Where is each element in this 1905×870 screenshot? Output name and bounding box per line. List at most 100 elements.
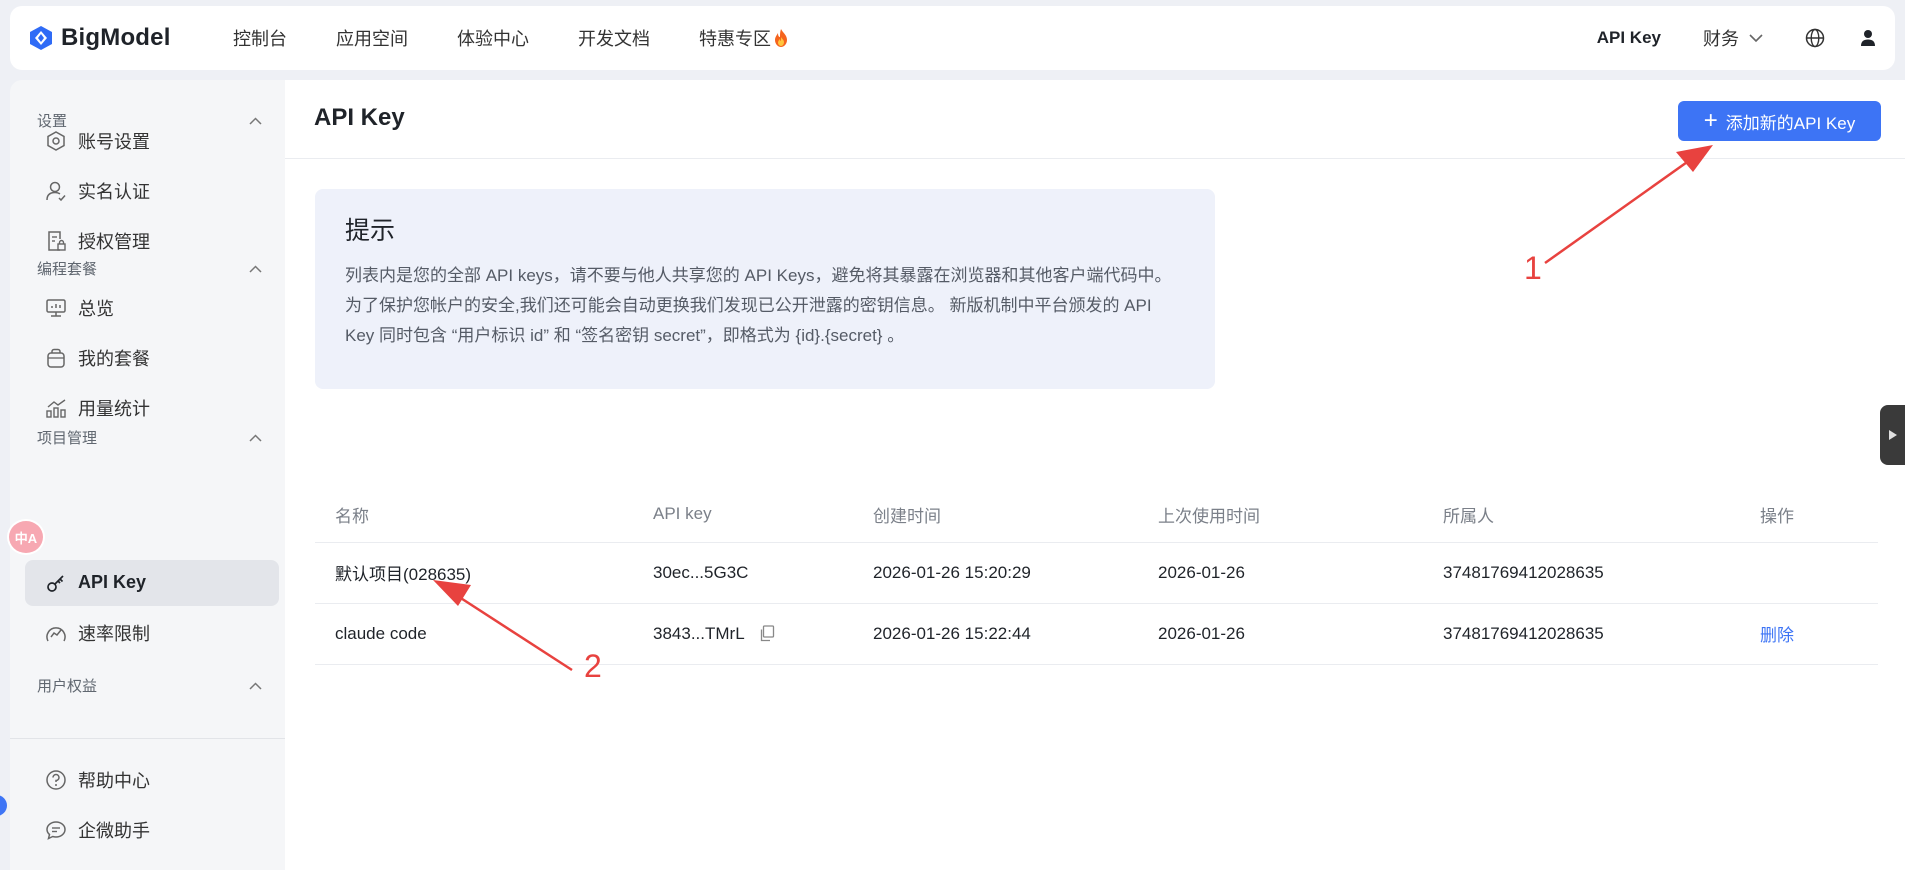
sidebar-item-label: 实名认证 <box>78 181 150 202</box>
bar-chart-icon <box>44 396 68 420</box>
column-header-owner: 所属人 <box>1423 487 1740 543</box>
nav-dev-docs[interactable]: 开发文档 <box>578 25 650 51</box>
sidebar-item-api-key-active[interactable]: API Key <box>25 560 279 605</box>
sidebar-group-project[interactable]: 项目管理 <box>37 427 262 448</box>
column-header-created: 创建时间 <box>853 487 1138 543</box>
sidebar-divider <box>10 738 285 739</box>
nav-experience-center[interactable]: 体验中心 <box>457 25 529 51</box>
sidebar-item-overview[interactable]: 总览 <box>25 285 279 330</box>
chevron-up-icon <box>249 433 262 442</box>
nav-special-offers-label: 特惠专区 <box>699 29 771 49</box>
sidebar-item-wecom-assistant[interactable]: 企微助手 <box>25 807 279 852</box>
table-row: claude code 3843...TMrL 2026-01-26 15:22… <box>315 603 1878 665</box>
user-menu-button[interactable] <box>1859 29 1877 47</box>
sidebar-item-label: API Key <box>78 572 147 592</box>
document-lock-icon <box>44 229 68 253</box>
nav-app-space[interactable]: 应用空间 <box>336 25 408 51</box>
sidebar-item-authorization[interactable]: 授权管理 <box>25 218 279 263</box>
column-header-action: 操作 <box>1740 487 1878 543</box>
nav-special-offers[interactable]: 特惠专区 <box>699 25 788 51</box>
tip-text: 列表内是您的全部 API keys，请不要与他人共享您的 API Keys，避免… <box>345 266 1172 345</box>
user-icon <box>1861 30 1875 46</box>
chevron-down-icon <box>1749 33 1763 42</box>
top-api-key-link[interactable]: API Key <box>1597 28 1661 48</box>
cell-created: 2026-01-26 15:20:29 <box>853 542 1138 604</box>
copy-icon[interactable] <box>759 624 775 642</box>
sidebar: 设置 账号设置 实名认证 授权管理 编程套餐 总览 我的套餐 用量统计 项目管理… <box>10 80 285 870</box>
sidebar-item-label: 帮助中心 <box>78 770 150 791</box>
sidebar-item-label: 企微助手 <box>78 820 150 841</box>
sidebar-item-realname[interactable]: 实名认证 <box>25 168 279 213</box>
sidebar-group-user-rights[interactable]: 用户权益 <box>37 675 262 696</box>
settings-icon <box>44 129 68 153</box>
bag-icon <box>44 346 68 370</box>
floating-blue-tab[interactable] <box>0 795 7 816</box>
brand-name: BigModel <box>61 24 171 51</box>
chevron-up-icon <box>249 264 262 273</box>
sidebar-item-label: 总览 <box>78 298 114 319</box>
main-content: API Key + 添加新的API Key 提示 列表内是您的全部 API ke… <box>285 80 1905 870</box>
cell-owner: 37481769412028635 <box>1423 542 1740 604</box>
annotation-number-2: 2 <box>584 648 602 684</box>
tip-box: 提示 列表内是您的全部 API keys，请不要与他人共享您的 API Keys… <box>315 189 1215 389</box>
fire-icon <box>775 29 787 47</box>
cell-action: 删除 <box>1740 603 1878 665</box>
sidebar-item-my-plan[interactable]: 我的套餐 <box>25 335 279 380</box>
monitor-icon <box>44 296 68 320</box>
annotation-number-1: 1 <box>1524 250 1542 286</box>
cell-last-used: 2026-01-26 <box>1138 603 1423 665</box>
add-button-label: 添加新的API Key <box>1725 113 1856 133</box>
user-verify-icon <box>44 179 68 203</box>
sidebar-item-account-settings[interactable]: 账号设置 <box>25 118 279 163</box>
chevron-up-icon <box>249 681 262 690</box>
column-header-name: 名称 <box>315 487 633 543</box>
sidebar-item-label: 账号设置 <box>78 131 150 152</box>
api-key-value: 3843...TMrL <box>653 623 745 643</box>
cell-created: 2026-01-26 15:22:44 <box>853 603 1138 665</box>
key-link-icon <box>44 571 68 595</box>
sidebar-item-usage-stats[interactable]: 用量统计 <box>25 385 279 430</box>
column-header-last-used: 上次使用时间 <box>1138 487 1423 543</box>
sidebar-group-label: 项目管理 <box>37 430 98 447</box>
top-right-actions: API Key 财务 <box>1597 6 1895 70</box>
page-title: API Key <box>314 104 405 131</box>
cell-owner: 37481769412028635 <box>1423 603 1740 665</box>
top-navbar: BigModel 控制台 应用空间 体验中心 开发文档 特惠专区 API Key… <box>10 6 1895 70</box>
top-nav: 控制台 应用空间 体验中心 开发文档 特惠专区 <box>233 25 837 51</box>
cell-action <box>1740 542 1878 604</box>
finance-dropdown[interactable]: 财务 <box>1703 25 1763 51</box>
globe-icon <box>1805 28 1825 48</box>
sidebar-group-label: 编程套餐 <box>37 261 98 278</box>
help-icon <box>44 768 68 792</box>
sidebar-group-label: 用户权益 <box>37 678 98 695</box>
cell-api-key: 30ec...5G3C <box>633 542 853 604</box>
sidebar-group-coding-plan[interactable]: 编程套餐 <box>37 258 262 279</box>
cell-last-used: 2026-01-26 <box>1138 542 1423 604</box>
play-triangle-icon <box>1888 430 1897 440</box>
api-key-table: 名称 API key 创建时间 上次使用时间 所属人 操作 默认项目(02863… <box>315 487 1878 665</box>
table-header-row: 名称 API key 创建时间 上次使用时间 所属人 操作 <box>315 487 1878 543</box>
tip-title: 提示 <box>345 217 396 245</box>
page-header: API Key + 添加新的API Key <box>285 80 1905 159</box>
bigmodel-logo-icon <box>30 26 52 50</box>
speed-chart-icon <box>44 621 68 645</box>
finance-label: 财务 <box>1703 29 1739 49</box>
sidebar-item-help-center[interactable]: 帮助中心 <box>25 757 279 802</box>
language-button[interactable] <box>1805 28 1825 48</box>
sidebar-item-rate-limit[interactable]: 速率限制 <box>25 610 279 655</box>
add-new-api-key-button[interactable]: + 添加新的API Key <box>1678 101 1881 141</box>
column-header-api-key: API key <box>633 487 853 543</box>
collapse-panel-handle[interactable] <box>1880 405 1905 465</box>
cell-api-key: 3843...TMrL <box>633 603 853 665</box>
brand-logo[interactable]: BigModel <box>28 24 233 52</box>
sidebar-item-label: 授权管理 <box>78 231 150 252</box>
delete-link[interactable]: 删除 <box>1760 626 1794 645</box>
plus-icon: + <box>1703 107 1718 134</box>
nav-console[interactable]: 控制台 <box>233 25 287 51</box>
chat-icon <box>44 818 68 842</box>
sidebar-item-label: 速率限制 <box>78 623 150 644</box>
sidebar-item-label: 我的套餐 <box>78 348 150 369</box>
translate-extension-badge[interactable]: 中A <box>7 519 45 555</box>
table-row: 默认项目(028635) 30ec...5G3C 2026-01-26 15:2… <box>315 542 1878 604</box>
cell-name: 默认项目(028635) <box>315 542 633 604</box>
